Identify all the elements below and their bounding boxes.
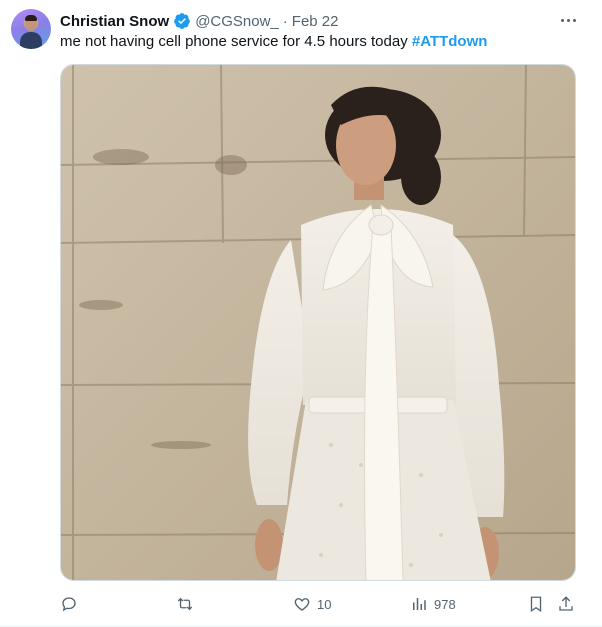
tweet-date[interactable]: Feb 22 — [292, 13, 339, 30]
heart-icon — [294, 598, 310, 611]
views-button[interactable]: 978 — [410, 593, 456, 615]
hashtag-link[interactable]: #ATTdown — [412, 33, 488, 50]
views-count: 978 — [434, 596, 456, 612]
verified-badge-icon — [174, 13, 191, 29]
reply-icon — [62, 597, 76, 612]
more-horizontal-icon[interactable] — [556, 10, 580, 30]
avatar[interactable] — [11, 9, 51, 49]
share-icon — [559, 596, 573, 611]
author-name[interactable]: Christian Snow — [60, 13, 169, 30]
tweet-text: me not having cell phone service for 4.5… — [60, 32, 487, 52]
tweet-header: Christian Snow @CGSnow_ · Feb 22 — [60, 11, 338, 31]
repost-icon — [177, 597, 193, 611]
bookmark-button[interactable] — [527, 593, 545, 615]
like-button[interactable]: 10 — [293, 593, 331, 615]
tweet-card[interactable]: Christian Snow @CGSnow_ · Feb 22 me not … — [0, 0, 602, 627]
author-handle[interactable]: @CGSnow_ — [195, 13, 279, 30]
bookmark-icon — [530, 596, 542, 613]
separator-dot: · — [282, 12, 288, 30]
tweet-media-photo[interactable] — [60, 64, 576, 581]
share-button[interactable] — [557, 593, 575, 615]
tweet-body: me not having cell phone service for 4.5… — [60, 33, 412, 50]
photo-image — [61, 65, 575, 580]
reply-button[interactable] — [60, 593, 84, 615]
repost-button[interactable] — [176, 593, 200, 615]
views-chart-icon — [413, 598, 426, 610]
tweet-actions: 10 978 — [60, 593, 580, 615]
like-count: 10 — [317, 596, 332, 612]
